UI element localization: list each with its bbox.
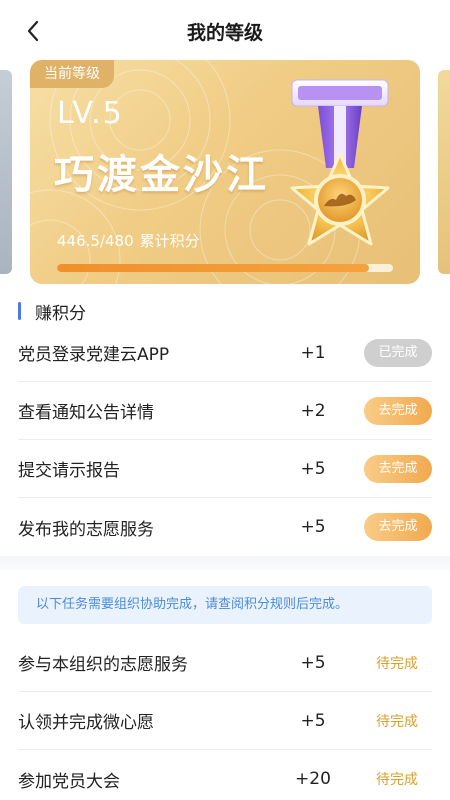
task-points: +5 xyxy=(300,458,326,479)
go-complete-button[interactable]: 去完成 xyxy=(364,396,432,425)
task-row: 提交请示报告 +5 去完成 xyxy=(18,440,432,498)
go-complete-button[interactable]: 去完成 xyxy=(364,454,432,483)
task-points: +5 xyxy=(300,652,326,673)
points-value: 446.5/480 xyxy=(57,232,134,250)
chevron-left-icon xyxy=(27,20,39,42)
task-done-badge: 已完成 xyxy=(364,338,432,367)
task-name: 参与本组织的志愿服务 xyxy=(18,655,188,675)
task-points: +5 xyxy=(300,710,326,731)
task-points: +20 xyxy=(295,769,331,789)
level-name: 巧渡金沙江 xyxy=(54,152,269,198)
next-level-card-peek[interactable] xyxy=(438,70,450,274)
org-task-row: 认领并完成微心愿 +5 待完成 xyxy=(18,692,432,750)
org-task-row: 参加党员大会 +20 待完成 xyxy=(18,750,432,800)
points-label: 累计积分 xyxy=(139,232,200,250)
task-points: +5 xyxy=(300,517,326,537)
prev-level-card-peek[interactable] xyxy=(0,70,12,274)
task-name: 参加党员大会 xyxy=(18,771,120,792)
current-level-card: 当前等级 LV.5 巧渡金沙江 446.5/480 累计积分 xyxy=(30,60,420,284)
page-title: 我的等级 xyxy=(186,21,263,44)
task-name: 认领并完成微心愿 xyxy=(18,713,154,733)
section-divider xyxy=(0,556,450,570)
org-tasks-notice: 以下任务需要组织协助完成，请查阅积分规则后完成。 xyxy=(18,586,432,624)
task-points: +2 xyxy=(300,400,326,421)
task-points: +1 xyxy=(300,342,326,363)
task-row: 发布我的志愿服务 +5 去完成 xyxy=(18,498,432,556)
top-bar: 我的等级 xyxy=(0,0,450,62)
org-task-row: 参与本组织的志愿服务 +5 待完成 xyxy=(18,634,432,692)
task-row: 党员登录党建云APP +1 已完成 xyxy=(18,324,432,382)
pending-status: 待完成 xyxy=(376,713,418,730)
back-button[interactable] xyxy=(18,16,48,46)
points-summary: 446.5/480 累计积分 xyxy=(57,230,200,251)
go-complete-button[interactable]: 去完成 xyxy=(364,513,432,541)
current-level-tag: 当前等级 xyxy=(30,60,114,88)
earn-points-title: 赚积分 xyxy=(35,303,86,324)
pending-status: 待完成 xyxy=(376,655,418,672)
task-row: 查看通知公告详情 +2 去完成 xyxy=(18,382,432,440)
star-medal-icon xyxy=(290,79,390,246)
pending-status: 待完成 xyxy=(376,772,418,788)
heading-accent-bar xyxy=(18,302,21,320)
level-number: LV.5 xyxy=(57,96,124,131)
earn-points-heading: 赚积分 xyxy=(18,298,86,324)
